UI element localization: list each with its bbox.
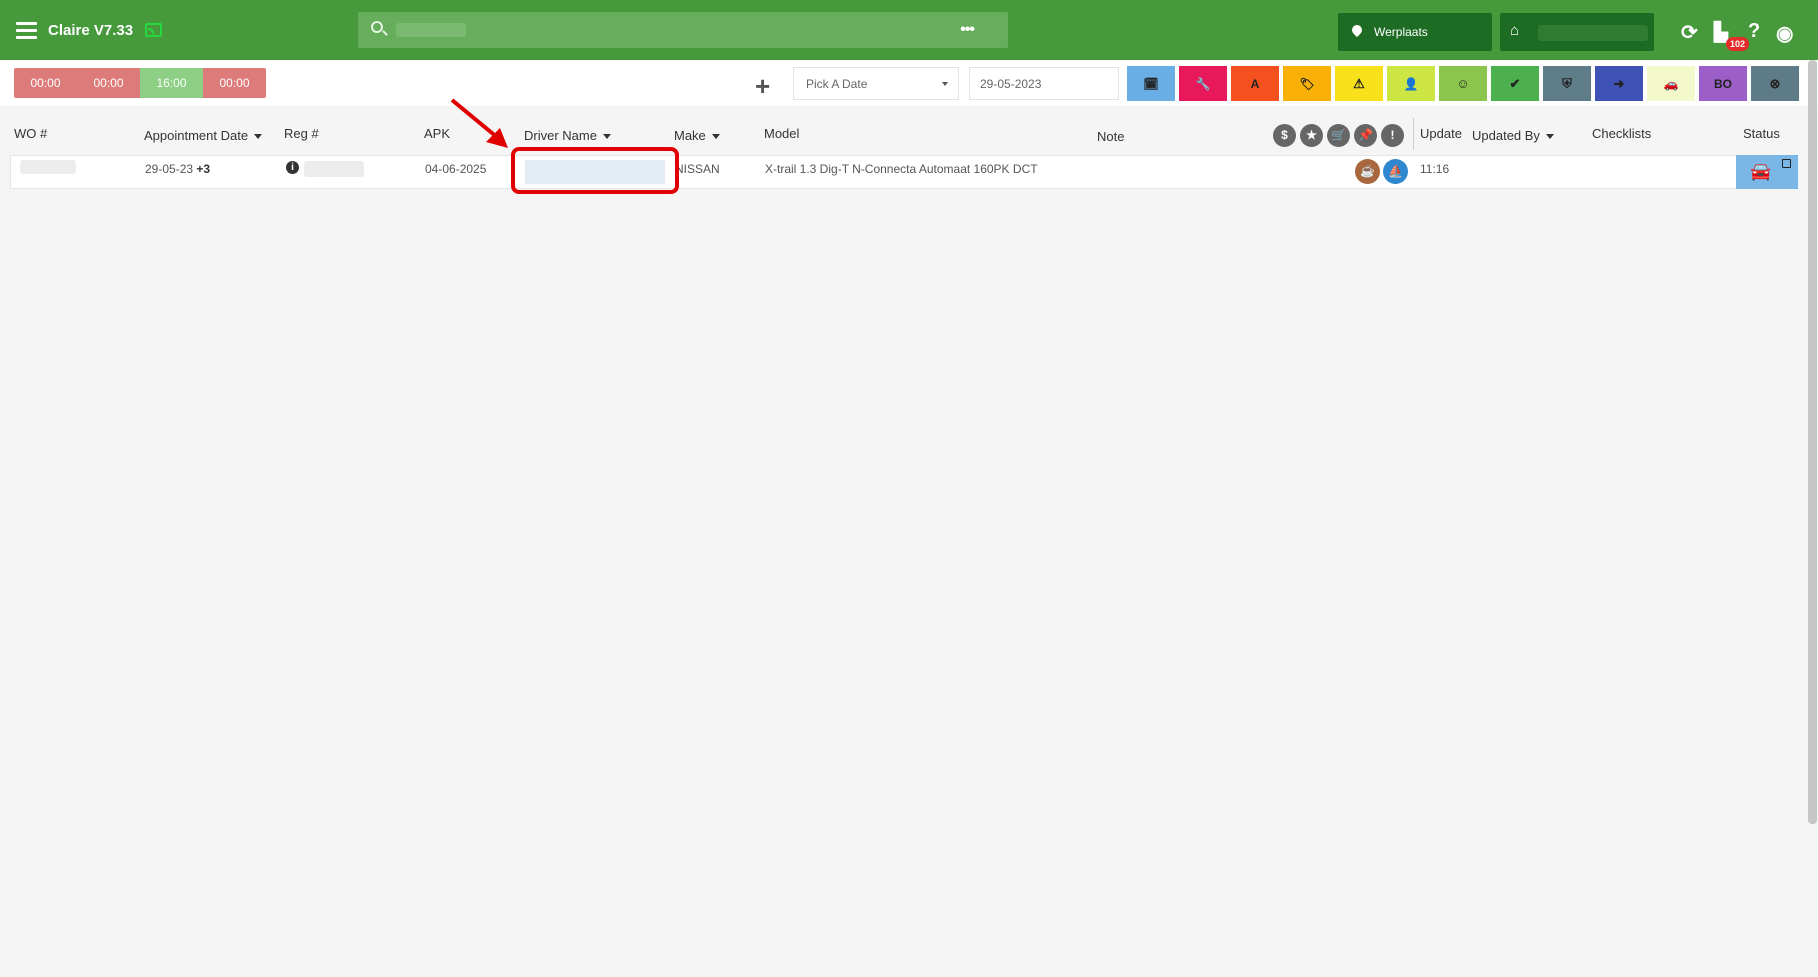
- shield-check-icon: ⛨: [1562, 76, 1572, 91]
- car-icon: 🚗: [1663, 77, 1679, 91]
- warning-icon[interactable]: !: [1381, 124, 1404, 147]
- smile-filter-button[interactable]: ☺: [1439, 66, 1487, 101]
- col-header-reg[interactable]: Reg #: [284, 126, 319, 141]
- col-header-updated-by[interactable]: Updated By: [1472, 128, 1554, 143]
- calendar-check-icon: 🗓: [1143, 77, 1159, 91]
- apk-filter-button[interactable]: A: [1231, 66, 1279, 101]
- time-slot-2[interactable]: 16:00: [140, 68, 203, 98]
- cancel-filter-button[interactable]: ⊗: [1751, 66, 1799, 101]
- col-header-update[interactable]: Update: [1420, 126, 1462, 141]
- cell-update-time: 11:16: [1420, 162, 1450, 176]
- pick-date-dropdown[interactable]: Pick A Date: [793, 67, 959, 100]
- wo-redacted-value: [20, 160, 76, 174]
- close-circle-icon: ⊗: [1769, 76, 1781, 91]
- col-header-appointment-date[interactable]: Appointment Date: [144, 128, 262, 143]
- double-check-icon: ✔: [1509, 76, 1521, 91]
- sign-out-icon: ➜: [1613, 76, 1625, 91]
- checklist-mini-icon: [1782, 159, 1791, 168]
- col-header-note[interactable]: Note: [1097, 129, 1124, 144]
- shield-filter-button[interactable]: ⛨: [1543, 66, 1591, 101]
- menu-icon[interactable]: [16, 22, 37, 39]
- warning-filter-button[interactable]: ⚠: [1335, 66, 1383, 101]
- time-slot-1[interactable]: 00:00: [77, 68, 140, 98]
- tag-icon: 🏷: [1299, 77, 1315, 91]
- col-header-checklists[interactable]: Checklists: [1592, 126, 1651, 141]
- cast-icon[interactable]: [145, 23, 162, 37]
- car-icon: 🚘: [1750, 162, 1772, 181]
- col-header-status[interactable]: Status: [1743, 126, 1780, 141]
- cell-model: X-trail 1.3 Dig-T N-Connecta Automaat 16…: [765, 162, 1038, 176]
- dollar-icon[interactable]: $: [1273, 124, 1296, 147]
- double-check-filter-button[interactable]: ✔: [1491, 66, 1539, 101]
- exit-filter-button[interactable]: ➜: [1595, 66, 1643, 101]
- home-icon: ⌂: [1510, 22, 1520, 39]
- cell-make: NISSAN: [675, 162, 720, 176]
- refresh-icon[interactable]: ⟳: [1681, 20, 1698, 45]
- app-title: Claire V7.33: [48, 22, 134, 39]
- cell-apk: 04-06-2025: [425, 162, 487, 176]
- add-button[interactable]: +: [755, 71, 770, 102]
- annotation-arrow-icon: [450, 98, 508, 148]
- highlight-box: [511, 147, 679, 194]
- cell-appointment-date: 29-05-23 +3: [145, 162, 211, 176]
- coffee-icon[interactable]: ☕: [1355, 159, 1380, 184]
- apk-a-icon: A: [1250, 77, 1260, 91]
- pin-icon[interactable]: 📌: [1354, 124, 1377, 147]
- repair-filter-button[interactable]: 🔧: [1179, 66, 1227, 101]
- drop-off-icon[interactable]: ⛵: [1383, 159, 1408, 184]
- scrollbar[interactable]: [1808, 60, 1817, 824]
- col-header-model[interactable]: Model: [764, 126, 799, 141]
- smile-icon: ☺: [1456, 76, 1470, 91]
- cart-icon[interactable]: 🛒: [1327, 124, 1350, 147]
- time-slot-3[interactable]: 00:00: [203, 68, 266, 98]
- col-header-wo[interactable]: WO #: [14, 126, 47, 141]
- col-header-driver-name[interactable]: Driver Name: [524, 128, 611, 143]
- bo-text-icon: BO: [1714, 77, 1732, 91]
- search-bar[interactable]: •••: [358, 12, 1008, 48]
- col-header-make[interactable]: Make: [674, 128, 720, 143]
- chevron-down-icon: [942, 82, 948, 86]
- top-bar: Claire V7.33 ••• Werplaats ⌂ ⟳ ▙ 102 ? ◉: [0, 0, 1818, 60]
- info-icon[interactable]: i: [286, 161, 299, 174]
- column-divider: [1413, 118, 1414, 150]
- search-input[interactable]: [396, 12, 936, 48]
- time-slot-0[interactable]: 00:00: [14, 68, 77, 98]
- pick-date-label: Pick A Date: [806, 77, 868, 91]
- star-icon[interactable]: ★: [1300, 124, 1323, 147]
- notification-badge: 102: [1726, 37, 1750, 51]
- user-check-filter-button[interactable]: 👤: [1387, 66, 1435, 101]
- user-check-icon: 👤: [1403, 77, 1419, 91]
- status-cell[interactable]: 🚘: [1736, 155, 1798, 189]
- home-button[interactable]: ⌂: [1500, 13, 1654, 51]
- map-pin-icon: [1349, 22, 1365, 38]
- reg-redacted-value: [304, 161, 364, 177]
- date-input[interactable]: 29-05-2023: [969, 67, 1119, 100]
- wrench-icon: 🔧: [1195, 77, 1211, 91]
- bo-filter-button[interactable]: BO: [1699, 66, 1747, 101]
- warning-icon: ⚠: [1353, 76, 1365, 91]
- location-label: Werplaats: [1374, 25, 1428, 39]
- car-filter-button[interactable]: 🚗: [1647, 66, 1695, 101]
- search-icon: [371, 21, 383, 33]
- home-redacted-text: [1538, 25, 1648, 41]
- calendar-filter-button[interactable]: 🗓: [1127, 66, 1175, 101]
- search-more-button[interactable]: •••: [960, 21, 975, 39]
- account-icon[interactable]: ◉: [1776, 21, 1793, 46]
- location-button[interactable]: Werplaats: [1338, 13, 1492, 51]
- tag-filter-button[interactable]: 🏷: [1283, 66, 1331, 101]
- help-icon[interactable]: ?: [1748, 20, 1760, 43]
